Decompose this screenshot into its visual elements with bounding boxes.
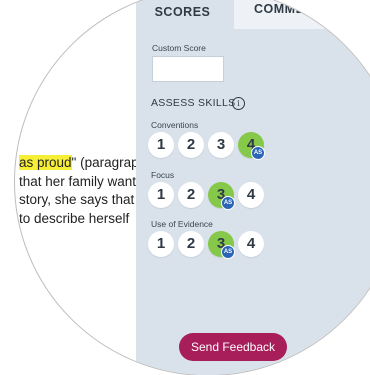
score-button-3[interactable]: 3	[208, 132, 234, 158]
custom-score-label: Custom Score	[152, 43, 206, 53]
score-button-4[interactable]: 4	[238, 231, 264, 257]
doc-line-3: story, she says that	[19, 192, 135, 207]
score-button-1[interactable]: 1	[148, 132, 174, 158]
doc-line-1: as proud" (paragraph	[19, 154, 151, 173]
doc-line-2: that her family wants	[19, 173, 143, 189]
score-button-2[interactable]: 2	[178, 231, 204, 257]
score-button-4[interactable]: 4	[238, 182, 264, 208]
info-icon[interactable]: i	[232, 97, 245, 110]
highlighted-text[interactable]: as proud	[19, 155, 72, 170]
assess-skills-title: ASSESS SKILLS	[151, 97, 236, 109]
score-button-1[interactable]: 1	[148, 231, 174, 257]
document-excerpt: as proud" (paragraph that her family wan…	[19, 154, 151, 228]
as-badge: AS	[221, 196, 235, 210]
as-badge: AS	[251, 146, 265, 160]
as-badge: AS	[221, 245, 235, 259]
tab-bar: SCORES COMMENTS	[136, 0, 370, 29]
score-button-2[interactable]: 2	[178, 182, 204, 208]
doc-line-1-rest: " (paragraph	[71, 155, 147, 170]
skill-label-use-of-evidence: Use of Evidence	[151, 219, 213, 229]
tab-scores[interactable]: SCORES	[136, 0, 229, 29]
skill-label-conventions: Conventions	[151, 120, 199, 130]
custom-score-input[interactable]	[152, 56, 224, 82]
send-feedback-button[interactable]: Send Feedback	[179, 333, 287, 361]
doc-line-4: to describe herself	[19, 210, 130, 226]
skill-label-focus: Focus	[151, 170, 175, 180]
score-button-2[interactable]: 2	[178, 132, 204, 158]
magnifier-circle: as proud" (paragraph that her family wan…	[14, 0, 370, 375]
zoom-frame: as proud" (paragraph that her family wan…	[0, 0, 370, 375]
scoring-panel: SCORES COMMENTS Custom Score ASSESS SKIL…	[136, 0, 370, 375]
tab-comments[interactable]: COMMENTS	[234, 0, 370, 29]
score-button-1[interactable]: 1	[148, 182, 174, 208]
